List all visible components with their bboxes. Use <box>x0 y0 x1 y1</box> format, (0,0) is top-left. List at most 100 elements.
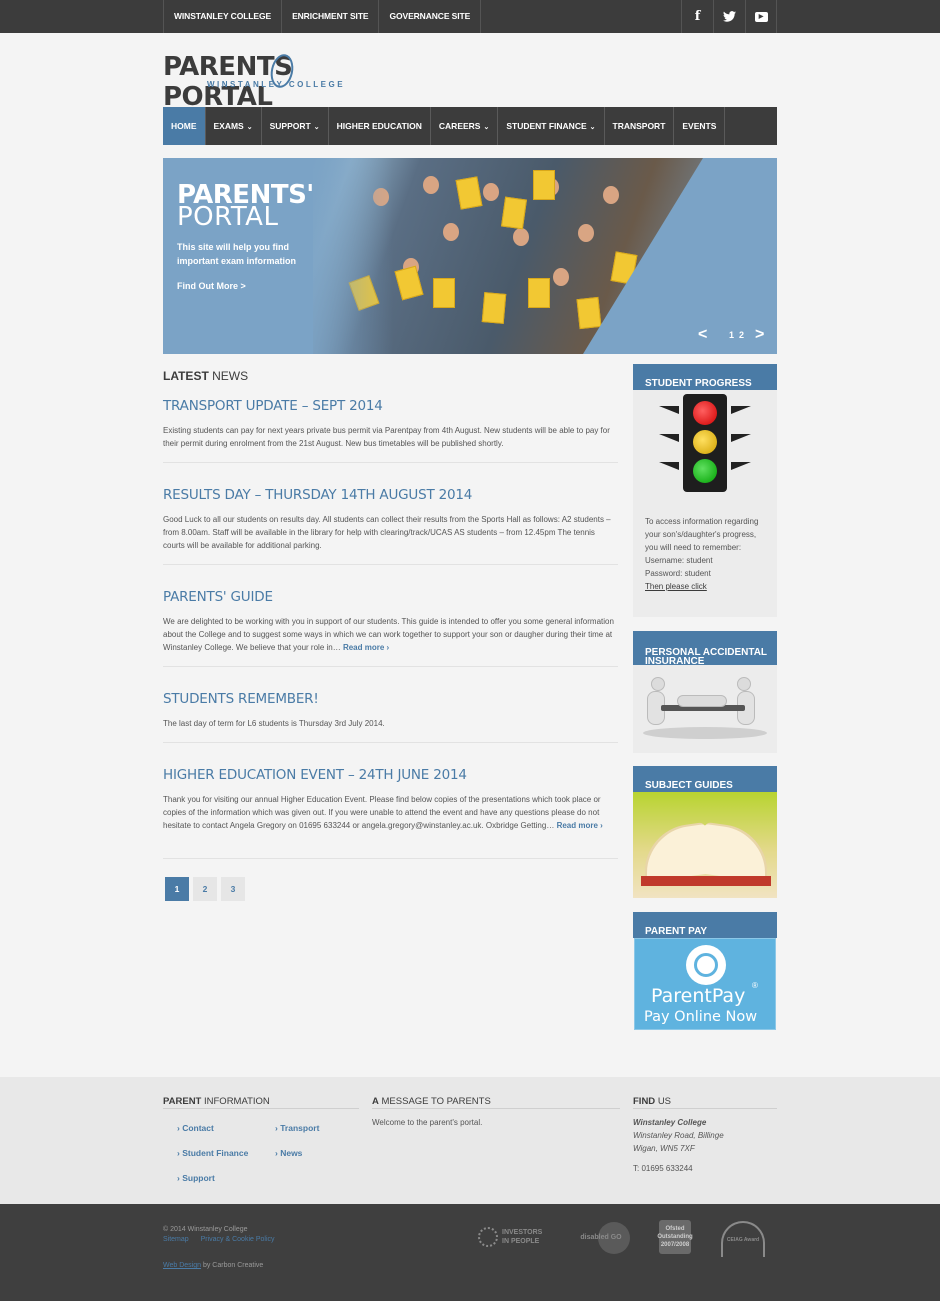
book-cover <box>641 876 771 886</box>
traffic-light-visor <box>659 462 679 470</box>
site-logo[interactable]: PARENTS PORTAL WINSTANLEY COLLEGE <box>163 52 353 112</box>
nav-careers[interactable]: CAREERS ⌄ <box>431 107 499 145</box>
top-link-enrichment-site[interactable]: ENRICHMENT SITE <box>282 0 380 33</box>
footer-link-support[interactable]: › Support <box>177 1173 215 1183</box>
copyright-text: © 2014 Winstanley College <box>163 1226 248 1233</box>
facebook-icon[interactable]: f <box>681 0 713 33</box>
nav-support[interactable]: SUPPORT ⌄ <box>262 107 329 145</box>
news-post-title[interactable]: PARENTS' GUIDE <box>163 589 618 605</box>
traffic-light-visor <box>659 434 679 442</box>
hero-page-2[interactable]: 2 <box>739 330 744 340</box>
student-progress-widget: STUDENT PROGRESS To access information r… <box>633 364 777 617</box>
footer-link-contact[interactable]: › Contact <box>177 1123 214 1133</box>
figure-head <box>651 677 665 691</box>
nav-careers-label: CAREERS <box>438 121 481 131</box>
chevron-left-icon[interactable]: < <box>698 326 707 344</box>
traffic-light-icon[interactable] <box>633 390 777 500</box>
news-post-title[interactable]: HIGHER EDUCATION EVENT – 24TH JUNE 2014 <box>163 767 618 783</box>
results-paper-image <box>528 278 550 308</box>
disabled-go-text: disabled GO <box>580 1233 622 1241</box>
figure-head <box>737 677 751 691</box>
results-paper-image <box>433 278 455 308</box>
student-face-image <box>578 224 594 242</box>
news-post: STUDENTS REMEMBER! The last day of term … <box>163 691 618 743</box>
insurance-title: PERSONAL ACCIDENTAL INSURANCE <box>633 631 777 665</box>
disabled-go-logo: disabled GO <box>570 1220 632 1254</box>
nav-student-finance-label: STUDENT FINANCE <box>506 121 587 131</box>
green-light <box>693 459 717 483</box>
student-face-image <box>513 228 529 246</box>
footer-link-news[interactable]: › News <box>275 1148 302 1158</box>
student-progress-title: STUDENT PROGRESS <box>633 364 777 390</box>
student-face-image <box>443 223 459 241</box>
student-progress-text: To access information regarding your son… <box>633 500 777 593</box>
footer-address-line-1: Winstanley Road, Billinge <box>633 1131 724 1140</box>
nav-exams-label: EXAMS <box>213 121 244 131</box>
ceiag-award-logo: CEIAG Award <box>721 1221 765 1257</box>
insurance-widget[interactable]: PERSONAL ACCIDENTAL INSURANCE <box>633 631 777 753</box>
page-1-button[interactable]: 1 <box>165 877 189 901</box>
iip-text: INVESTORS IN PEOPLE <box>502 1229 543 1245</box>
footer-phone: T: 01695 633244 <box>633 1164 693 1173</box>
parent-pay-widget[interactable]: PARENT PAY ParentPay ® Pay Online Now <box>633 912 777 1030</box>
top-links: WINSTANLEY COLLEGE ENRICHMENT SITE GOVER… <box>163 0 482 33</box>
student-progress-username: Username: student <box>645 556 713 565</box>
privacy-link[interactable]: Privacy & Cookie Policy <box>201 1236 275 1243</box>
web-design-link[interactable]: Web Design <box>163 1262 201 1269</box>
footer-link-student-finance[interactable]: › Student Finance <box>177 1148 248 1158</box>
chevron-right-icon[interactable]: > <box>755 326 764 344</box>
news-post-title[interactable]: RESULTS DAY – THURSDAY 14TH AUGUST 2014 <box>163 487 618 503</box>
page-2-button[interactable]: 2 <box>193 877 217 901</box>
footer-heading-bold: FIND <box>633 1096 656 1107</box>
nav-transport[interactable]: TRANSPORT <box>605 107 675 145</box>
nav-events-label: EVENTS <box>682 121 717 131</box>
news-post-body: We are delighted to be working with you … <box>163 615 618 654</box>
footer-link-transport-label: Transport <box>280 1123 320 1133</box>
hero-page-1[interactable]: 1 <box>729 330 734 340</box>
hero-title-secondary: PORTAL <box>177 202 279 232</box>
footer-heading-bold: A <box>372 1096 379 1107</box>
twitter-icon[interactable] <box>713 0 745 33</box>
news-post-title[interactable]: TRANSPORT UPDATE – SEPT 2014 <box>163 398 618 414</box>
footer-heading-light: US <box>657 1096 672 1107</box>
news-post-body: The last day of term for L6 students is … <box>163 719 385 728</box>
nav-exams[interactable]: EXAMS ⌄ <box>206 107 262 145</box>
footer-address-line-2: Wigan, WN5 7XF <box>633 1144 695 1153</box>
nav-higher-education[interactable]: HIGHER EDUCATION <box>329 107 431 145</box>
nav-transport-label: TRANSPORT <box>612 121 666 131</box>
top-link-governance-site[interactable]: GOVERNANCE SITE <box>379 0 482 33</box>
sitemap-link[interactable]: Sitemap <box>163 1236 189 1243</box>
results-paper-image <box>481 292 507 324</box>
footer-heading-light: INFORMATION <box>204 1096 270 1107</box>
page-3-button[interactable]: 3 <box>221 877 245 901</box>
figures-shadow <box>643 727 767 739</box>
traffic-light-visor <box>731 462 751 470</box>
nav-events[interactable]: EVENTS <box>674 107 726 145</box>
footer-link-support-label: Support <box>182 1173 215 1183</box>
read-more-link[interactable]: Read more › <box>557 821 603 830</box>
subject-guides-title: SUBJECT GUIDES <box>633 766 777 792</box>
student-progress-link[interactable]: Then please click <box>645 582 707 591</box>
youtube-icon[interactable]: ▶ <box>745 0 777 33</box>
latest-news-heading-light: NEWS <box>212 369 249 383</box>
read-more-link[interactable]: Read more › <box>343 643 389 652</box>
nav-home[interactable]: HOME <box>163 107 206 145</box>
top-link-winstanley-college[interactable]: WINSTANLEY COLLEGE <box>163 0 283 33</box>
hero-find-out-more-link[interactable]: Find Out More > <box>177 281 246 291</box>
parent-pay-title: PARENT PAY <box>633 912 777 938</box>
nav-student-finance[interactable]: STUDENT FINANCE ⌄ <box>498 107 605 145</box>
web-design-credit: Web Design by Carbon Creative <box>163 1262 263 1269</box>
chevron-down-icon: ⌄ <box>246 124 253 131</box>
news-post-title[interactable]: STUDENTS REMEMBER! <box>163 691 618 707</box>
subject-guides-widget[interactable]: SUBJECT GUIDES <box>633 766 777 898</box>
traffic-light-visor <box>659 406 679 414</box>
footer-link-contact-label: Contact <box>182 1123 214 1133</box>
footer-link-student-finance-label: Student Finance <box>182 1148 249 1158</box>
parentpay-banner: ParentPay ® Pay Online Now <box>634 938 776 1030</box>
parentpay-logo-ring <box>694 953 718 977</box>
footer-message-heading: A MESSAGE TO PARENTS <box>372 1096 620 1109</box>
news-post: TRANSPORT UPDATE – SEPT 2014 Existing st… <box>163 398 618 463</box>
red-light <box>693 401 717 425</box>
footer-link-transport[interactable]: › Transport <box>275 1123 319 1133</box>
news-post-body: Good Luck to all our students on results… <box>163 515 611 550</box>
